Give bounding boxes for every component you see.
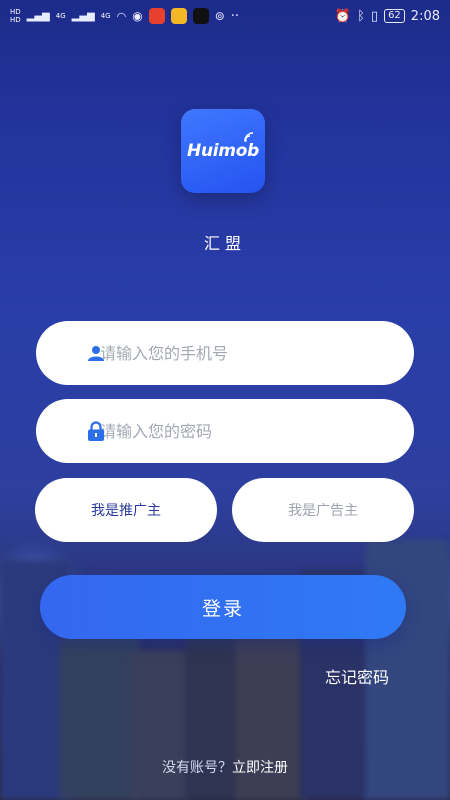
weibo-icon [148, 8, 165, 24]
network-type-label: 4G [100, 12, 111, 20]
battery-indicator: 62 [384, 9, 405, 23]
status-left: HD HD ▂▄▆ 4G ▂▄▆ 4G ◠ ◉ ⊚ ·· [10, 8, 239, 24]
app-logo: Huimob [181, 109, 265, 193]
hd-badge: HD [10, 16, 21, 24]
phone-field[interactable] [36, 321, 414, 385]
qq-icon: ◉ [132, 9, 143, 23]
shield-icon: ⊚ [214, 9, 225, 23]
network-badges: HD HD [10, 8, 21, 24]
more-icon: ·· [230, 8, 240, 24]
password-input[interactable] [98, 420, 372, 442]
signal-icon: ▂▄▆ [71, 10, 95, 22]
clock-time: 2:08 [410, 8, 440, 24]
lock-icon [88, 421, 104, 441]
login-button[interactable]: 登录 [40, 575, 406, 639]
status-bar: HD HD ▂▄▆ 4G ▂▄▆ 4G ◠ ◉ ⊚ ·· ⏰ ᛒ ▯ 62 2:… [0, 0, 450, 32]
register-footer: 没有账号？立即注册 [0, 757, 450, 777]
app-name: 汇盟 [203, 234, 246, 253]
wifi-icon: ◠ [116, 9, 127, 23]
alarm-icon: ⏰ [334, 8, 352, 24]
phone-input[interactable] [98, 342, 372, 364]
user-icon [88, 346, 104, 361]
forgot-password-link[interactable]: 忘记密码 [325, 664, 389, 688]
status-right: ⏰ ᛒ ▯ 62 2:08 [335, 9, 440, 24]
role-advertiser-button[interactable]: 我是广告主 [232, 478, 414, 542]
signal-waves-icon [244, 132, 254, 142]
logo-wordmark: Huimob [187, 141, 259, 161]
vibrate-icon: ▯ [370, 8, 379, 24]
hd-badge: HD [10, 8, 21, 16]
app-notification-icon [170, 8, 187, 24]
register-link[interactable]: 立即注册 [232, 760, 288, 776]
network-type-label: 4G [55, 12, 66, 20]
tiktok-icon [192, 8, 209, 24]
role-promoter-button[interactable]: 我是推广主 [35, 478, 217, 542]
password-field[interactable] [36, 399, 414, 463]
signal-icon: ▂▄▆ [26, 10, 50, 22]
no-account-text: 没有账号？ [162, 760, 232, 776]
bluetooth-icon: ᛒ [357, 8, 365, 24]
